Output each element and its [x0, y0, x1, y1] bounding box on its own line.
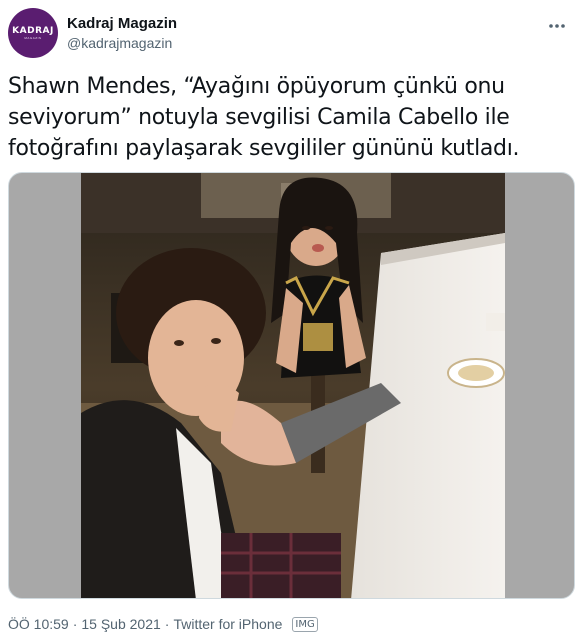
tweet-text-line: seviyorum” notuyla sevgilisi Camila Cabe…	[8, 105, 510, 130]
tweet-source[interactable]: Twitter for iPhone	[173, 614, 282, 634]
avatar-subtitle-text: MAGAZIN	[24, 35, 42, 40]
avatar[interactable]: KADRAJ MAGAZIN	[8, 8, 58, 58]
tweet-date[interactable]: 15 Şub 2021	[81, 614, 160, 634]
separator: ·	[164, 616, 170, 632]
author-names: Kadraj Magazin @kadrajmagazin	[67, 14, 177, 53]
tweet-header: KADRAJ MAGAZIN Kadraj Magazin @kadrajmag…	[8, 8, 575, 60]
tweet-media[interactable]	[8, 172, 575, 599]
separator: ·	[72, 616, 78, 632]
avatar-logo-text: KADRAJ	[12, 25, 54, 36]
tweet-text: Shawn Mendes, “Ayağını öpüyorum çünkü on…	[8, 71, 568, 164]
display-name[interactable]: Kadraj Magazin	[67, 14, 177, 33]
more-options-button[interactable]	[545, 16, 569, 36]
more-horizontal-icon	[549, 24, 565, 28]
photo-image	[81, 173, 505, 598]
tweet-text-line: Shawn Mendes, “Ayağını öpüyorum çünkü on…	[8, 74, 505, 99]
tweet-photo[interactable]	[81, 173, 505, 598]
tweet-text-line: fotoğrafını paylaşarak sevgililer gününü…	[8, 136, 520, 161]
tweet-meta: ÖÖ 10:59 · 15 Şub 2021 · Twitter for iPh…	[8, 614, 318, 634]
tweet-card: KADRAJ MAGAZIN Kadraj Magazin @kadrajmag…	[0, 0, 583, 639]
img-badge: IMG	[292, 616, 318, 632]
user-handle[interactable]: @kadrajmagazin	[67, 34, 177, 53]
tweet-time[interactable]: ÖÖ 10:59	[8, 614, 69, 634]
